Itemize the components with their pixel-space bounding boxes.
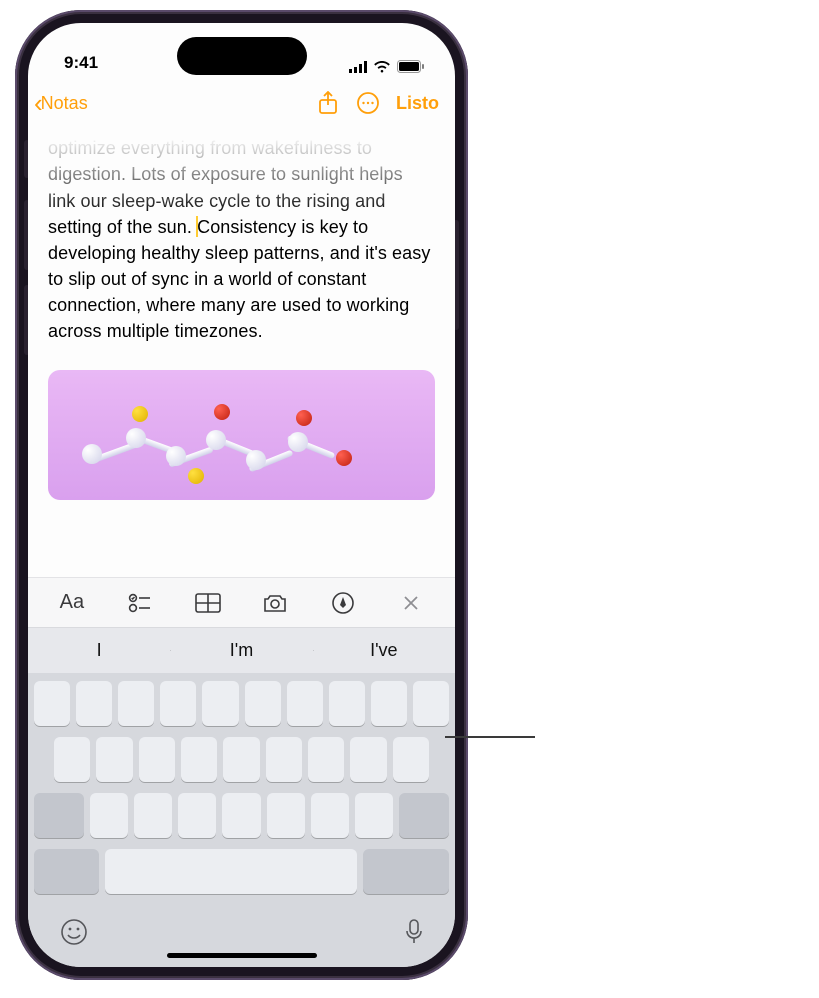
wifi-icon [373,60,391,73]
prediction-3[interactable]: I've [313,640,455,661]
close-icon [402,594,420,612]
checklist-button[interactable] [113,583,167,623]
shift-key[interactable] [34,793,84,838]
blank-key[interactable] [311,793,349,838]
blank-key[interactable] [76,681,112,726]
emoji-button[interactable] [60,918,88,951]
toolbar-close-button[interactable] [384,583,438,623]
status-indicators [349,60,425,73]
table-button[interactable] [181,583,235,623]
share-button[interactable] [316,91,340,115]
dynamic-island [177,37,307,75]
clock: 9:41 [64,53,98,73]
camera-button[interactable] [248,583,302,623]
notes-format-toolbar: Aa [28,577,455,627]
emoji-icon [60,918,88,946]
keyboard-trackpad-mode[interactable] [28,673,455,967]
table-icon [195,593,221,613]
back-label: Notas [41,93,88,114]
key-row-1 [34,681,449,726]
blank-key[interactable] [245,681,281,726]
blank-key[interactable] [181,737,217,782]
backspace-key[interactable] [399,793,449,838]
blank-key[interactable] [90,793,128,838]
blank-key[interactable] [178,793,216,838]
prediction-2[interactable]: I'm [170,640,312,661]
blank-key[interactable] [96,737,132,782]
key-row-4 [34,849,449,894]
prediction-1[interactable]: I [28,640,170,661]
checklist-icon [128,593,152,613]
blank-key[interactable] [308,737,344,782]
battery-icon [397,60,425,73]
note-content-area[interactable]: Sunlight has a powerful effect on the sl… [28,127,455,577]
camera-icon [262,593,288,613]
blank-key[interactable] [222,793,260,838]
markup-button[interactable] [316,583,370,623]
callout-line [445,736,535,738]
more-button[interactable] [356,91,380,115]
text-format-button[interactable]: Aa [45,583,99,623]
nav-bar: ‹ Notas Listo [28,79,455,127]
predictive-text-bar: I I'm I've [28,627,455,673]
space-key[interactable] [105,849,357,894]
blank-key[interactable] [139,737,175,782]
blank-key[interactable] [371,681,407,726]
key-row-2 [34,737,449,782]
blank-key[interactable] [34,681,70,726]
ellipsis-circle-icon [356,91,380,115]
numbers-key[interactable] [34,849,99,894]
text-format-icon: Aa [60,591,84,614]
share-icon [318,91,338,115]
blank-key[interactable] [287,681,323,726]
mic-icon [405,919,423,945]
markup-pen-icon [332,592,354,614]
phone-frame: 9:41 ‹ Notas Listo [15,10,468,980]
blank-key[interactable] [413,681,449,726]
blank-key[interactable] [54,737,90,782]
blank-key[interactable] [393,737,429,782]
blank-key[interactable] [134,793,172,838]
phone-screen: 9:41 ‹ Notas Listo [28,23,455,967]
blank-key[interactable] [223,737,259,782]
note-body[interactable]: Sunlight has a powerful effect on the sl… [48,127,435,500]
done-button[interactable]: Listo [396,93,439,114]
blank-key[interactable] [329,681,365,726]
blank-key[interactable] [160,681,196,726]
blank-key[interactable] [118,681,154,726]
back-button[interactable]: ‹ Notas [34,88,88,119]
note-attachment-image[interactable] [48,370,435,500]
dictation-button[interactable] [405,919,423,950]
blank-key[interactable] [202,681,238,726]
blank-key[interactable] [266,737,302,782]
blank-key[interactable] [355,793,393,838]
key-row-3 [34,793,449,838]
cellular-signal-icon [349,61,367,73]
return-key[interactable] [363,849,449,894]
blank-key[interactable] [350,737,386,782]
blank-key[interactable] [267,793,305,838]
home-indicator[interactable] [167,953,317,958]
